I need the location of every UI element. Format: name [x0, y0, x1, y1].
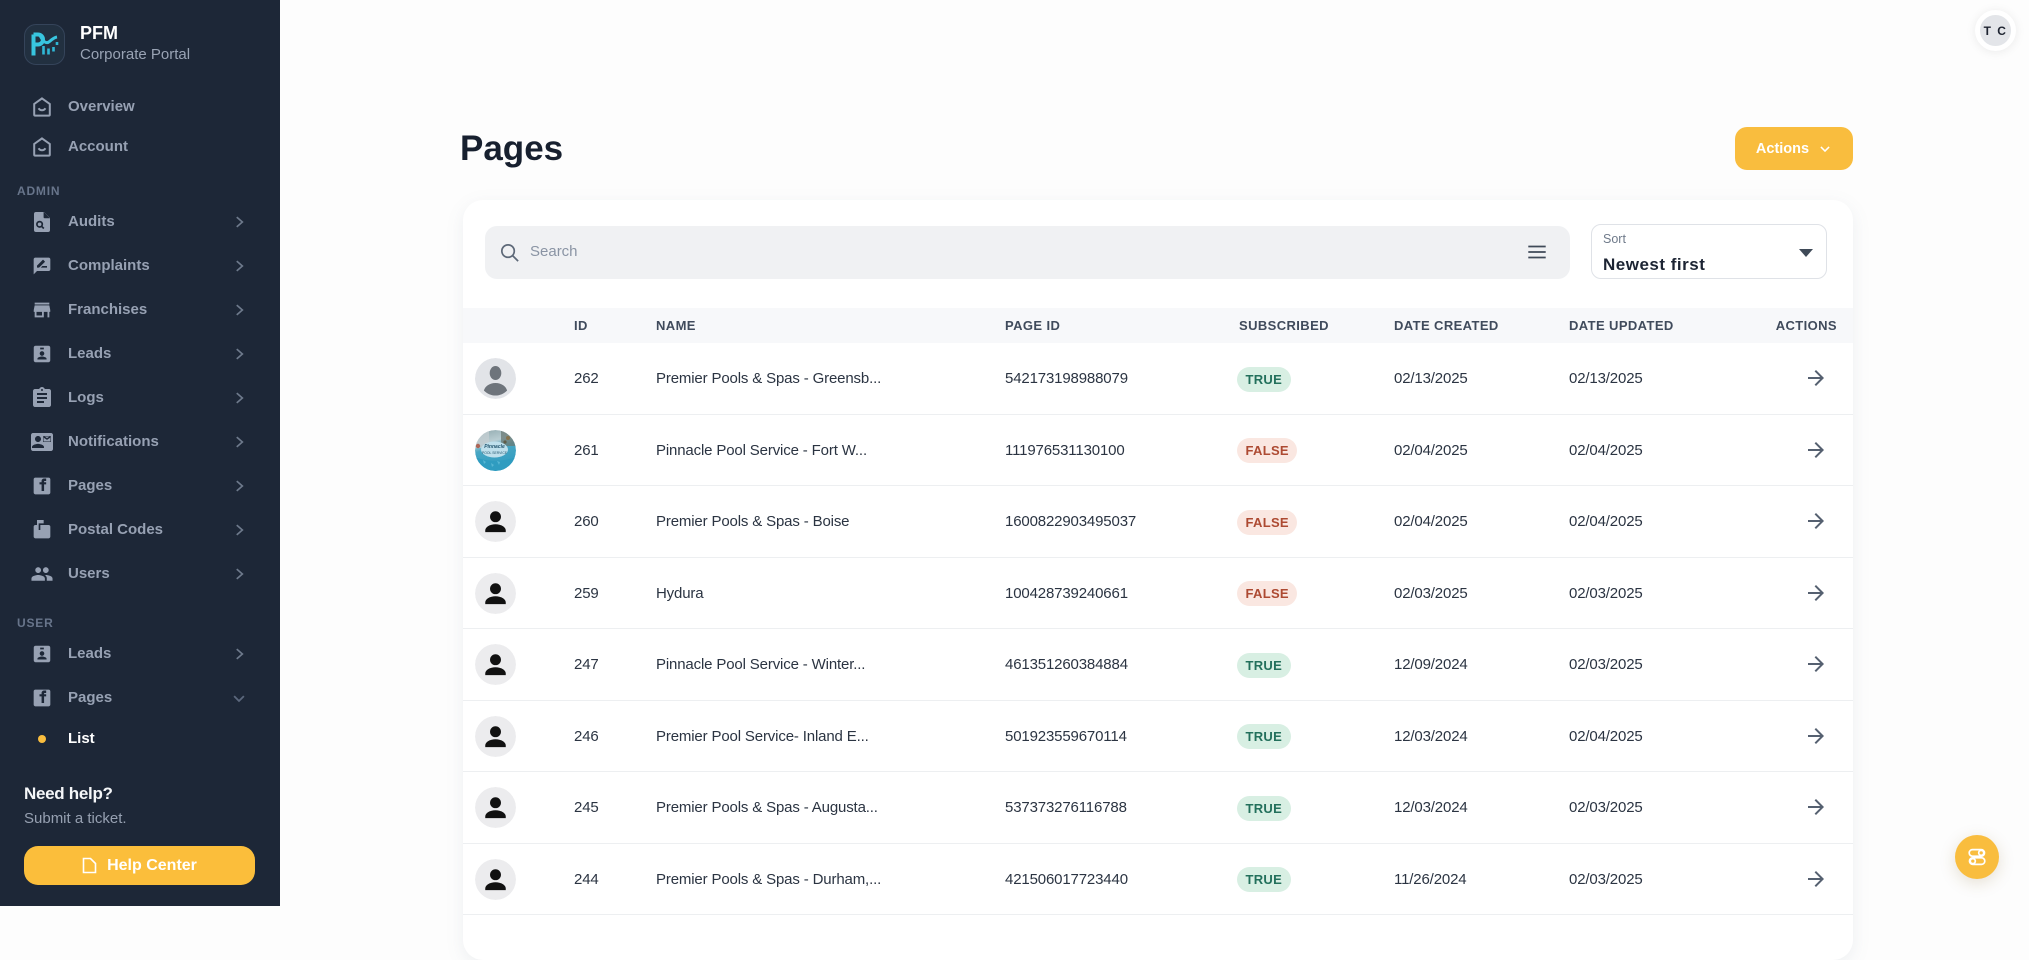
svg-text:Pinnacle: Pinnacle — [484, 444, 505, 450]
svg-text:POOL SERVICE: POOL SERVICE — [482, 451, 508, 455]
